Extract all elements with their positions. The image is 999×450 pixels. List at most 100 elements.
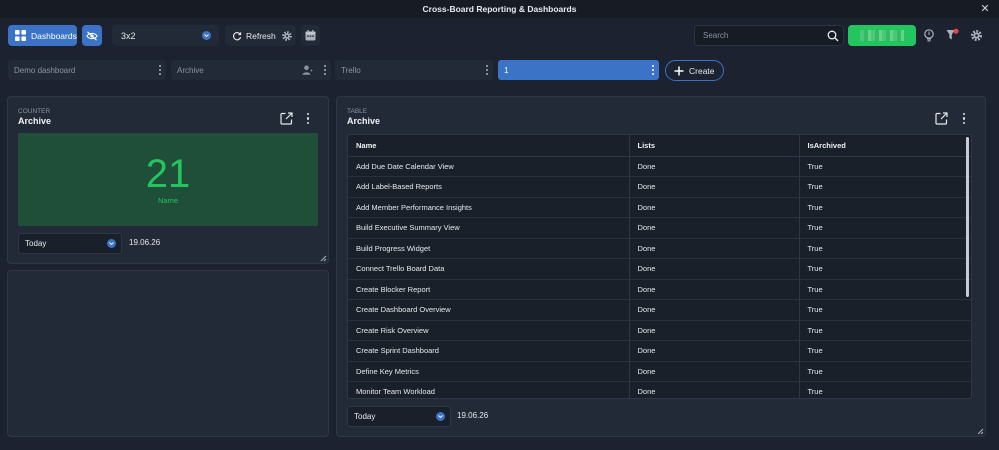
external-link-icon[interactable]: [280, 112, 293, 125]
cell-lists: Done: [629, 156, 800, 177]
widget-type-label: COUNTER: [18, 108, 51, 115]
period-select[interactable]: Today: [18, 233, 122, 254]
table-row[interactable]: Add Label-Based Reports Done True: [348, 176, 971, 198]
cell-isarchived: True: [799, 340, 971, 362]
cell-isarchived: True: [799, 381, 971, 398]
cell-lists: Done: [629, 258, 800, 280]
chevron-down-icon: [436, 412, 445, 421]
cell-name: Build Progress Widget: [348, 238, 630, 259]
tab-1[interactable]: 1: [498, 60, 659, 80]
redacted-username: [860, 30, 904, 41]
counter-display: 21 Name: [18, 133, 318, 226]
table-row[interactable]: Create Sprint Dashboard Done True: [348, 340, 971, 362]
table-scrollbar[interactable]: [966, 137, 969, 297]
tab-label: Demo dashboard: [14, 65, 76, 75]
kebab-icon[interactable]: [323, 64, 327, 76]
toolbar: Dashboards 3x2 Refresh: [0, 18, 999, 53]
search-box: [694, 25, 844, 46]
search-icon[interactable]: [827, 30, 839, 44]
external-link-icon[interactable]: [935, 112, 948, 125]
table-row[interactable]: Create Dashboard Overview Done True: [348, 299, 971, 321]
person-icon: [302, 65, 313, 75]
tab-archive[interactable]: Archive: [171, 60, 331, 80]
resize-icon[interactable]: [320, 255, 327, 262]
layout-select[interactable]: 3x2: [112, 25, 219, 46]
calendar-icon: [305, 30, 316, 41]
refresh-icon: [233, 31, 242, 40]
period-date: 19.06.26: [129, 238, 161, 247]
column-header-isarchived[interactable]: IsArchived: [799, 135, 971, 157]
create-button[interactable]: Create: [665, 60, 724, 81]
kebab-icon[interactable]: [485, 64, 489, 76]
cell-isarchived: True: [799, 258, 971, 280]
table-row[interactable]: Connect Trello Board Data Done True: [348, 258, 971, 280]
kebab-icon[interactable]: [305, 112, 311, 125]
cell-lists: Done: [629, 217, 800, 239]
title-bar: Cross-Board Reporting & Dashboards ✕: [0, 0, 999, 18]
table-row[interactable]: Build Executive Summary View Done True: [348, 217, 971, 239]
window-title: Cross-Board Reporting & Dashboards: [422, 4, 577, 14]
kebab-icon[interactable]: [158, 64, 162, 76]
tab-demo-dashboard[interactable]: Demo dashboard: [8, 60, 166, 80]
period-select[interactable]: Today: [347, 406, 451, 427]
tab-trello[interactable]: Trello: [335, 60, 493, 80]
table-row[interactable]: Build Progress Widget Done True: [348, 238, 971, 259]
cell-name: Create Risk Overview: [348, 320, 630, 341]
table-row[interactable]: Monitor Team Workload Done True: [348, 381, 971, 398]
table-widget: TABLE Archive Name Lists IsArchived Add …: [336, 96, 986, 437]
layout-value: 3x2: [121, 30, 136, 41]
chevron-down-icon: [107, 239, 116, 248]
cell-lists: Done: [629, 197, 800, 218]
plus-icon: [674, 66, 684, 75]
chevron-down-icon: [202, 31, 211, 40]
dashboards-button[interactable]: Dashboards: [8, 25, 77, 46]
cell-isarchived: True: [799, 217, 971, 239]
cell-name: Add Member Performance Insights: [348, 197, 630, 218]
search-input[interactable]: [703, 31, 823, 40]
counter-value-label: Name: [157, 196, 178, 205]
kebab-icon[interactable]: [651, 64, 655, 76]
cell-lists: Done: [629, 238, 800, 259]
kebab-icon[interactable]: [961, 112, 967, 125]
cell-name: Create Sprint Dashboard: [348, 340, 630, 362]
tab-label: 1: [504, 65, 509, 75]
close-icon[interactable]: ✕: [979, 3, 991, 15]
user-account-badge[interactable]: [848, 25, 916, 46]
cell-name: Create Blocker Report: [348, 279, 630, 300]
calendar-button[interactable]: [301, 25, 320, 46]
cell-lists: Done: [629, 176, 800, 198]
cell-isarchived: True: [799, 176, 971, 198]
table-row[interactable]: Add Due Date Calendar View Done True: [348, 156, 971, 177]
notification-icon[interactable]: [944, 27, 960, 43]
cell-isarchived: True: [799, 156, 971, 177]
dashboards-label: Dashboards: [31, 30, 77, 41]
data-table-container: Name Lists IsArchived Add Due Date Calen…: [347, 134, 972, 399]
table-row[interactable]: Add Member Performance Insights Done True: [348, 197, 971, 218]
cell-lists: Done: [629, 320, 800, 341]
column-header-name[interactable]: Name: [348, 135, 630, 157]
period-value: Today: [25, 239, 47, 248]
resize-icon[interactable]: [977, 428, 984, 435]
cell-lists: Done: [629, 299, 800, 321]
widget-type-label: TABLE: [347, 108, 368, 115]
app-window: Cross-Board Reporting & Dashboards ✕ Das…: [0, 0, 999, 450]
table-header-row: Name Lists IsArchived: [348, 135, 971, 157]
widget-title: Archive: [347, 116, 381, 126]
table-row[interactable]: Define Key Metrics Done True: [348, 361, 971, 382]
hide-toggle-button[interactable]: [82, 25, 102, 46]
column-header-lists[interactable]: Lists: [629, 135, 800, 157]
gear-icon[interactable]: [279, 28, 295, 44]
refresh-label: Refresh: [246, 30, 276, 41]
settings-icon[interactable]: [968, 27, 984, 43]
cell-isarchived: True: [799, 320, 971, 341]
table-row[interactable]: Create Risk Overview Done True: [348, 320, 971, 341]
widget-title: Archive: [18, 116, 52, 126]
counter-widget: COUNTER Archive 21 Name Today 19.06.26: [7, 96, 329, 264]
cell-name: Add Label-Based Reports: [348, 176, 630, 198]
table-row[interactable]: Create Blocker Report Done True: [348, 279, 971, 300]
lightbulb-icon[interactable]: [921, 27, 937, 43]
cell-lists: Done: [629, 279, 800, 300]
cell-lists: Done: [629, 340, 800, 362]
cell-name: Build Executive Summary View: [348, 217, 630, 239]
cell-isarchived: True: [799, 299, 971, 321]
